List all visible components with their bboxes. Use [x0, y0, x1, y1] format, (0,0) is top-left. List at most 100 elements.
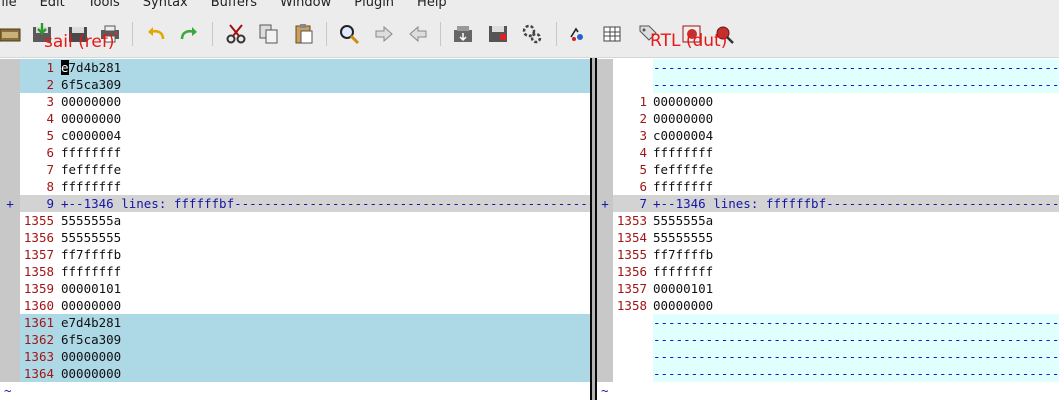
line-text[interactable]: 00000000: [653, 110, 1059, 127]
line-text[interactable]: c0000004: [61, 127, 590, 144]
line-text[interactable]: 00000000: [653, 297, 1059, 314]
line-text[interactable]: fefffffe: [653, 161, 1059, 178]
code-line[interactable]: 1357 ff7ffffb: [0, 246, 590, 263]
line-text[interactable]: 55555555: [653, 229, 1059, 246]
fold-column[interactable]: [597, 331, 613, 348]
menu-plugin[interactable]: Plugin: [354, 0, 394, 11]
menu-syntax[interactable]: Syntax: [143, 0, 188, 11]
undo-icon[interactable]: [144, 22, 168, 46]
run-script-icon[interactable]: [520, 22, 544, 46]
fold-column[interactable]: [0, 127, 20, 144]
code-line[interactable]: 6 ffffffff: [0, 144, 590, 161]
line-text[interactable]: +--1346 lines: ffffffbf-----------------…: [61, 195, 590, 212]
paste-icon[interactable]: [292, 22, 316, 46]
line-text[interactable]: 5555555a: [61, 212, 590, 229]
line-text[interactable]: 5555555a: [653, 212, 1059, 229]
fold-column[interactable]: [0, 110, 20, 127]
cut-icon[interactable]: [224, 22, 248, 46]
fold-column[interactable]: [597, 59, 613, 76]
fold-column[interactable]: [0, 229, 20, 246]
end-of-buffer-line[interactable]: ~: [0, 382, 590, 399]
fold-column[interactable]: [0, 331, 20, 348]
line-text[interactable]: ----------------------------------------…: [653, 348, 1059, 365]
code-line[interactable]: 3 c0000004: [597, 127, 1059, 144]
line-text[interactable]: fefffffe: [61, 161, 590, 178]
line-text[interactable]: 00000000: [61, 348, 590, 365]
fold-column[interactable]: [0, 314, 20, 331]
line-text[interactable]: ----------------------------------------…: [653, 365, 1059, 382]
find-replace-icon[interactable]: [337, 22, 361, 46]
line-text[interactable]: +--1346 lines: ffffffbf-----------------…: [653, 195, 1059, 212]
load-session-icon[interactable]: [451, 22, 475, 46]
find-next-icon[interactable]: [372, 22, 396, 46]
shell-icon[interactable]: [600, 22, 624, 46]
menu-edit[interactable]: Edit: [40, 0, 65, 11]
line-text[interactable]: 6f5ca309: [61, 76, 590, 93]
filler-line[interactable]: ----------------------------------------…: [597, 331, 1059, 348]
fold-column[interactable]: [597, 365, 613, 382]
menu-file[interactable]: rile: [0, 0, 17, 11]
code-line[interactable]: 1364 00000000: [0, 365, 590, 382]
make-icon[interactable]: [565, 22, 589, 46]
code-line[interactable]: 1362 6f5ca309: [0, 331, 590, 348]
code-line[interactable]: 1358 ffffffff: [0, 263, 590, 280]
line-text[interactable]: ffffffff: [653, 263, 1059, 280]
fold-column[interactable]: [0, 161, 20, 178]
code-line[interactable]: 2 00000000: [597, 110, 1059, 127]
fold-column[interactable]: [0, 280, 20, 297]
line-text[interactable]: c0000004: [653, 127, 1059, 144]
code-line[interactable]: 1 e7d4b281: [0, 59, 590, 76]
code-line[interactable]: 7 fefffffe: [0, 161, 590, 178]
fold-column[interactable]: [597, 348, 613, 365]
code-line[interactable]: 4 ffffffff: [597, 144, 1059, 161]
fold-column[interactable]: [0, 93, 20, 110]
fold-column[interactable]: [0, 76, 20, 93]
line-text[interactable]: ----------------------------------------…: [653, 59, 1059, 76]
find-prev-icon[interactable]: [406, 22, 430, 46]
fold-line[interactable]: +7 +--1346 lines: ffffffbf---------------…: [597, 195, 1059, 212]
line-text[interactable]: ff7ffffb: [61, 246, 590, 263]
line-text[interactable]: ----------------------------------------…: [653, 314, 1059, 331]
right-diff-pane[interactable]: ----------------------------------------…: [597, 58, 1059, 400]
code-line[interactable]: 1359 00000101: [0, 280, 590, 297]
open-icon[interactable]: [0, 22, 22, 46]
fold-column[interactable]: [597, 76, 613, 93]
line-text[interactable]: 55555555: [61, 229, 590, 246]
copy-icon[interactable]: [257, 22, 281, 46]
code-line[interactable]: 1357 00000101: [597, 280, 1059, 297]
line-text[interactable]: ffffffff: [653, 144, 1059, 161]
fold-column[interactable]: [0, 348, 20, 365]
fold-column[interactable]: [0, 59, 20, 76]
menu-tools[interactable]: Tools: [88, 0, 120, 11]
filler-line[interactable]: ----------------------------------------…: [597, 314, 1059, 331]
line-text[interactable]: ----------------------------------------…: [653, 331, 1059, 348]
line-text[interactable]: ffffffff: [653, 178, 1059, 195]
menu-window[interactable]: Window: [280, 0, 331, 11]
filler-line[interactable]: ----------------------------------------…: [597, 59, 1059, 76]
code-line[interactable]: 1354 55555555: [597, 229, 1059, 246]
code-line[interactable]: 4 00000000: [0, 110, 590, 127]
line-text[interactable]: ffffffff: [61, 144, 590, 161]
code-line[interactable]: 1363 00000000: [0, 348, 590, 365]
code-line[interactable]: 1355 5555555a: [0, 212, 590, 229]
line-text[interactable]: 00000000: [61, 110, 590, 127]
code-line[interactable]: 1358 00000000: [597, 297, 1059, 314]
code-line[interactable]: 1353 5555555a: [597, 212, 1059, 229]
fold-column[interactable]: [0, 212, 20, 229]
fold-column[interactable]: [0, 263, 20, 280]
filler-line[interactable]: ----------------------------------------…: [597, 348, 1059, 365]
line-text[interactable]: 00000000: [653, 93, 1059, 110]
code-line[interactable]: 1360 00000000: [0, 297, 590, 314]
line-text[interactable]: 00000000: [61, 297, 590, 314]
code-line[interactable]: 5 fefffffe: [597, 161, 1059, 178]
line-text[interactable]: 6f5ca309: [61, 331, 590, 348]
fold-column[interactable]: [0, 144, 20, 161]
end-of-buffer-line[interactable]: ~: [597, 382, 1059, 399]
filler-line[interactable]: ----------------------------------------…: [597, 365, 1059, 382]
code-line[interactable]: 1356 ffffffff: [597, 263, 1059, 280]
line-text[interactable]: 00000101: [61, 280, 590, 297]
fold-line[interactable]: +9 +--1346 lines: ffffffbf---------------…: [0, 195, 590, 212]
code-line[interactable]: 3 00000000: [0, 93, 590, 110]
line-text[interactable]: ffffffff: [61, 263, 590, 280]
code-line[interactable]: 1356 55555555: [0, 229, 590, 246]
